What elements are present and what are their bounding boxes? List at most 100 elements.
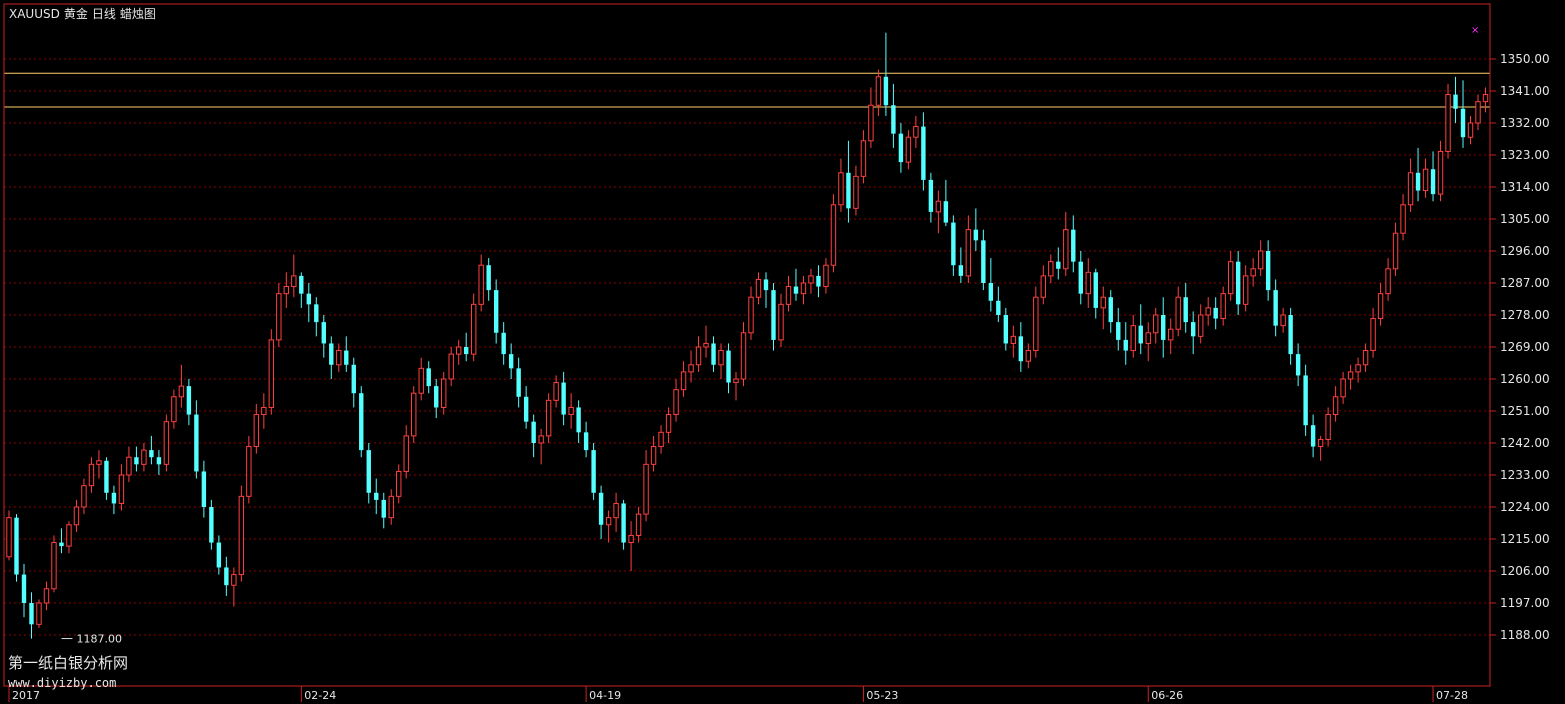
candle-body [905,136,912,163]
candle-body [1123,339,1128,351]
candle [268,329,275,415]
candle-body [253,414,260,448]
candle-body [1422,168,1429,192]
candle-body [695,346,702,366]
y-tick-label: 1197.00 [1500,596,1550,610]
candle-body [508,354,514,369]
candle-body [523,396,529,422]
candle-body [21,574,27,603]
candle [411,386,417,443]
y-tick-label: 1278.00 [1500,308,1550,322]
y-tick-label: 1314.00 [1500,180,1550,194]
candle-body [516,368,521,397]
candle-body [1197,314,1204,337]
close-icon[interactable]: × [1471,25,1479,36]
candle-body [1453,94,1458,109]
candle-body [951,222,956,266]
candle-body [1175,296,1181,330]
candle-body [141,449,147,465]
candle-body [621,503,626,543]
y-tick-label: 1206.00 [1500,564,1550,578]
candle-body [1265,251,1271,291]
candle-body [1048,261,1054,277]
candle-body [1078,261,1083,294]
candle [209,499,214,550]
candle-body [635,513,642,536]
candle-body [1205,307,1211,316]
candle-body [665,414,672,433]
candle-body [441,378,447,408]
candle-body [650,446,657,465]
y-tick-label: 1224.00 [1500,500,1550,514]
candle-body [778,303,784,341]
candle-body [1385,268,1391,295]
candle-body [1377,293,1384,320]
candle-body [823,264,829,288]
y-tick-label: 1242.00 [1500,436,1550,450]
candle-body [246,446,252,497]
candle-body [374,492,379,500]
candle-body [643,463,649,515]
candle-body [501,332,506,355]
y-tick-label: 1296.00 [1500,244,1550,258]
candle-body [366,450,371,493]
candle-body [1370,318,1376,352]
candle-body [898,133,904,163]
candle-body [860,140,867,177]
candle-body [598,492,604,525]
candle-body [838,172,844,206]
candle-body [403,435,409,472]
candle-body [463,347,469,355]
candle-body [748,296,754,334]
candle [591,443,596,500]
y-tick-label: 1260.00 [1500,372,1550,386]
candle-body [755,278,762,298]
candle-body [1392,232,1399,270]
candle-body [591,450,596,493]
candle-body [853,175,859,209]
candle-body [1085,271,1091,295]
candle-body [1295,354,1301,376]
candle-body [1475,101,1481,124]
candle-body [493,290,499,333]
y-tick-label: 1287.00 [1500,276,1550,290]
candle-body [126,456,132,476]
candle-body [935,200,942,213]
candle-body [59,542,64,547]
candle-body [1025,350,1032,362]
candle-body [913,126,919,138]
candle-body [613,502,619,519]
candle-body [965,229,972,277]
x-tick-label: 02-24 [304,689,336,702]
y-tick-label: 1188.00 [1500,628,1550,642]
candle-body [1213,307,1218,319]
y-tick-label: 1269.00 [1500,340,1550,354]
candle-body [921,126,926,180]
candle-body [434,386,439,408]
y-tick-label: 1341.00 [1500,84,1550,98]
candle-body [605,517,612,526]
candle-body [216,542,222,568]
candle-body [261,406,267,416]
candle-body [268,339,275,408]
candle-body [988,283,994,301]
instrument-name: 黄金 [63,7,88,21]
candle-body [1153,314,1159,334]
candle-body [673,389,679,416]
candle-body [1040,275,1047,298]
candle-body [583,432,589,451]
candle-body [299,275,304,294]
candle-body [973,229,979,241]
candle-body [628,534,634,544]
candle-body [1362,350,1369,366]
candle [51,535,57,593]
candle-body [1063,229,1069,270]
candle [14,514,19,582]
candle-body [1227,261,1234,295]
candle-body [1273,290,1278,326]
candle-body [283,286,290,295]
candle-body [703,342,709,348]
y-tick-label: 1332.00 [1500,116,1550,130]
candle-body [163,421,170,465]
candle-body [808,275,814,284]
